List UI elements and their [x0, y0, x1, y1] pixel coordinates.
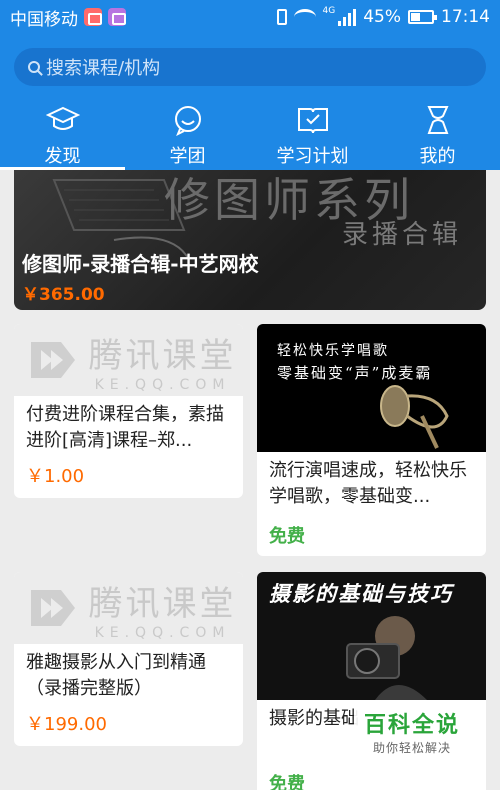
baike-watermark: 百科全说 助你轻松解决: [353, 703, 470, 760]
carrier-label: 中国移动: [10, 9, 78, 30]
battery-percent: 45%: [363, 7, 401, 27]
course-title: 修图师-录播合辑-中艺网校: [22, 252, 259, 276]
notification-app-icon: [84, 8, 102, 26]
course-card[interactable]: 腾讯课堂 KE.QQ.COM 付费进阶课程合集，素描进阶[高清]课程–郑... …: [14, 324, 243, 498]
status-bar: 中国移动 4G 45% 17:14: [0, 0, 500, 34]
vibrate-icon: [276, 9, 287, 25]
course-title: 流行演唱速成，轻松快乐学唱歌，零基础变...: [269, 460, 467, 507]
course-price: ￥199.00: [26, 714, 107, 735]
tab-label: 发现: [44, 146, 81, 167]
logo-text: 腾讯课堂: [88, 583, 237, 624]
thumbnail-title: 摄影的基础与技巧: [269, 582, 453, 606]
course-price: 免费: [269, 526, 305, 547]
course-thumbnail: 轻松快乐学唱歌 零基础变“声”成麦霸: [257, 324, 486, 452]
wifi-icon: [293, 9, 316, 25]
watermark-main-text: 百科全说: [363, 713, 460, 738]
person-icon: [423, 102, 453, 138]
signal-icon: [338, 8, 357, 26]
featured-course-card[interactable]: 修图师系列 录播合辑 修图师-录播合辑-中艺网校 ￥365.00: [14, 170, 486, 310]
tab-study-plan[interactable]: 学习计划: [250, 98, 375, 170]
play-icon: [30, 590, 75, 626]
thumbnail-text-line1: 轻松快乐学唱歌: [277, 343, 389, 359]
microphone-icon: [380, 385, 449, 449]
tencent-classroom-logo: 腾讯课堂 KE.QQ.COM: [21, 576, 237, 641]
tencent-classroom-logo: 腾讯课堂 KE.QQ.COM: [21, 328, 237, 393]
book-check-icon: [296, 102, 330, 138]
search-input[interactable]: 搜索课程/机构: [14, 48, 486, 86]
network-type-label: 4G: [322, 6, 336, 16]
course-thumbnail: 腾讯课堂 KE.QQ.COM: [14, 572, 243, 644]
course-card[interactable]: 轻松快乐学唱歌 零基础变“声”成麦霸 流行演唱速成，轻松快乐学唱歌，零基础变..…: [257, 324, 486, 556]
logo-subtext: KE.QQ.COM: [94, 624, 231, 641]
photographer-image: [346, 616, 427, 700]
course-title: 雅趣摄影从入门到精通（录播完整版）: [26, 652, 206, 699]
graduation-cap-icon: [45, 102, 80, 138]
play-icon: [30, 342, 75, 378]
tab-group[interactable]: 学团: [125, 98, 250, 170]
course-card[interactable]: 腾讯课堂 KE.QQ.COM 雅趣摄影从入门到精通（录播完整版） ￥199.00: [14, 572, 243, 746]
course-feed[interactable]: 修图师系列 录播合辑 修图师-录播合辑-中艺网校 ￥365.00 腾讯课堂 KE…: [0, 170, 500, 790]
clock: 17:14: [441, 7, 490, 27]
search-icon: [28, 61, 40, 73]
course-price: 免费: [269, 774, 305, 790]
logo-subtext: KE.QQ.COM: [94, 376, 231, 393]
battery-icon: [408, 10, 437, 24]
course-title: 付费进阶课程合集，素描进阶[高清]课程–郑...: [26, 404, 224, 451]
logo-text: 腾讯课堂: [88, 335, 237, 376]
chat-bubble-icon: [172, 102, 204, 138]
app-header: 搜索课程/机构 发现 学团 学习计划 我的: [0, 34, 500, 170]
search-placeholder: 搜索课程/机构: [46, 58, 161, 79]
course-thumbnail: 摄影的基础与技巧: [257, 572, 486, 700]
course-price: ￥1.00: [26, 466, 85, 487]
tab-bar: 发现 学团 学习计划 我的: [0, 98, 500, 170]
tab-me[interactable]: 我的: [375, 98, 500, 170]
tab-label: 我的: [419, 146, 456, 167]
banner-image-subtext: 录播合辑: [341, 220, 462, 250]
watermark-sub-text: 助你轻松解决: [372, 741, 451, 755]
notification-gallery-icon: [108, 8, 126, 26]
tab-label: 学习计划: [276, 146, 349, 167]
tab-discover[interactable]: 发现: [0, 98, 125, 170]
course-price: ￥365.00: [22, 285, 105, 305]
course-thumbnail: 腾讯课堂 KE.QQ.COM: [14, 324, 243, 396]
tab-label: 学团: [169, 146, 206, 167]
